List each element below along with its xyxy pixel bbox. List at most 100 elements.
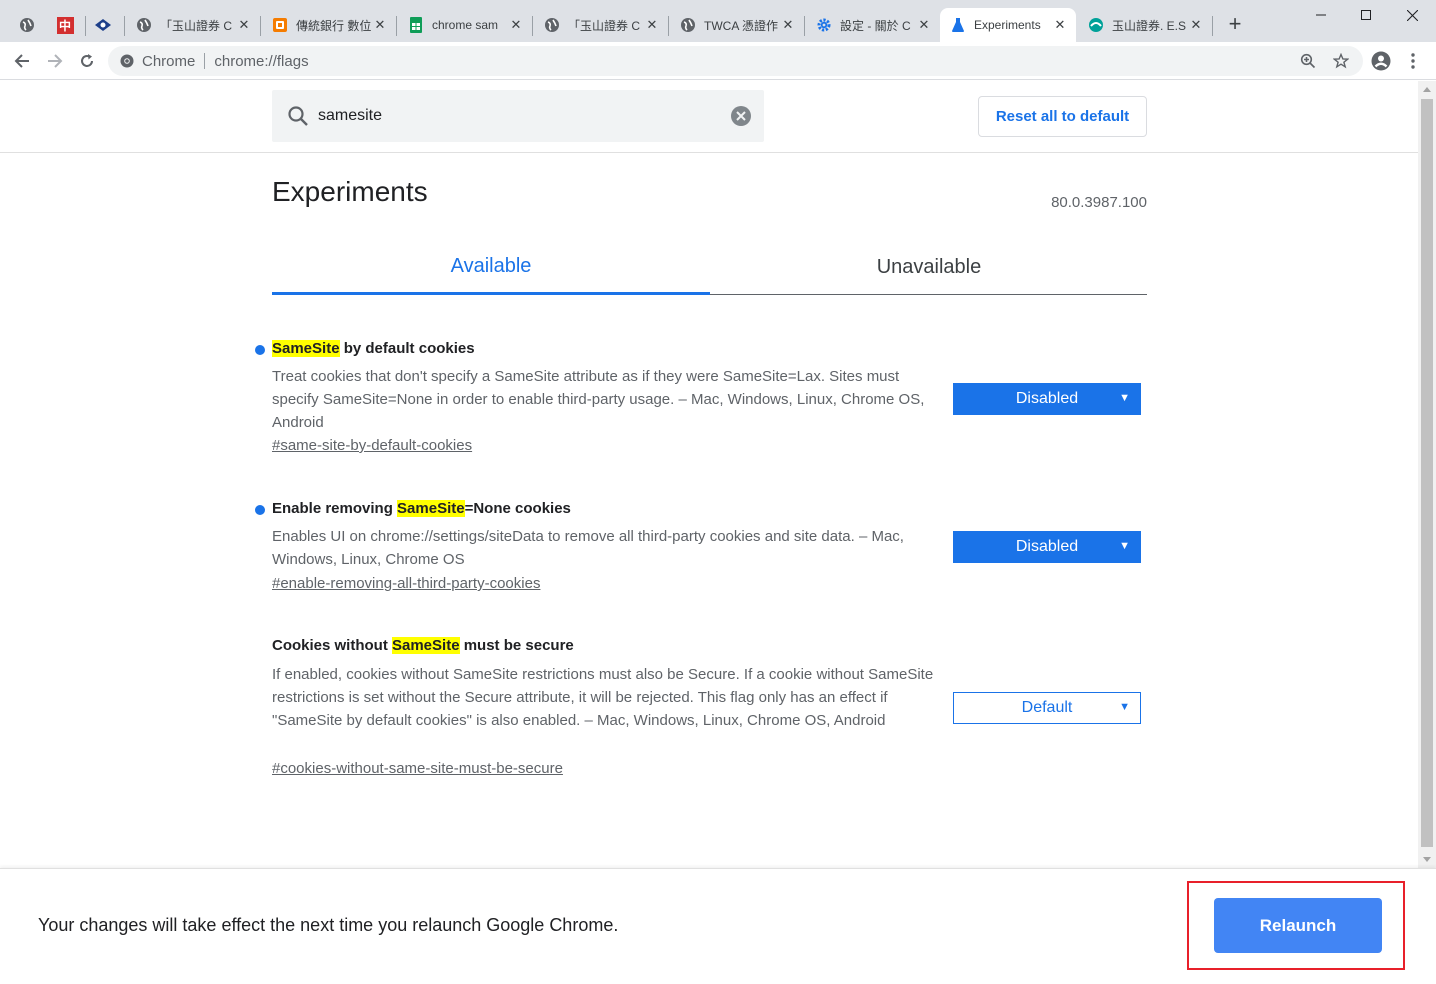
scroll-thumb[interactable]: [1421, 99, 1433, 847]
forward-button[interactable]: [41, 48, 69, 74]
scroll-down-icon[interactable]: [1423, 857, 1431, 862]
pinned-tab-2[interactable]: 中: [48, 8, 82, 42]
flag-description: Treat cookies that don't specify a SameS…: [272, 368, 925, 431]
tab-title: TWCA 憑證作: [704, 18, 778, 33]
gear-icon: [816, 17, 832, 33]
close-icon[interactable]: ✕: [508, 17, 524, 33]
flag-permalink[interactable]: #cookies-without-same-site-must-be-secur…: [272, 760, 563, 777]
flag-name-text: Enable removing: [272, 500, 398, 517]
search-input[interactable]: samesite: [272, 90, 764, 142]
eye-icon: [95, 19, 111, 31]
tab-separator: [260, 16, 261, 36]
reset-all-button[interactable]: Reset all to default: [978, 96, 1147, 137]
version-label: 80.0.3987.100: [1051, 194, 1147, 211]
flag-permalink[interactable]: #enable-removing-all-third-party-cookies: [272, 575, 540, 592]
scrollbar[interactable]: [1418, 81, 1436, 868]
tab-title: 「玉山證券 C: [160, 18, 233, 33]
tab-8[interactable]: 玉山證券. E.S ✕: [1078, 8, 1212, 42]
tab-4[interactable]: 「玉山證券 C ✕: [534, 8, 668, 42]
flag-name: SameSite by default cookies: [272, 337, 475, 361]
dropdown-caret-icon: ▼: [1119, 540, 1130, 552]
flag-description: If enabled, cookies without SameSite res…: [272, 666, 934, 729]
tab-2[interactable]: 傳統銀行 數位 ✕: [262, 8, 396, 42]
minimize-button[interactable]: [1298, 0, 1344, 30]
pinned-tab-3[interactable]: [86, 8, 120, 42]
globe-icon: [136, 17, 152, 33]
tab-title: chrome sam: [432, 18, 499, 32]
browser-toolbar: Chrome chrome://flags: [0, 42, 1436, 80]
flag-select[interactable]: Default ▼: [953, 692, 1141, 724]
flag-select[interactable]: Disabled ▼: [953, 531, 1141, 563]
flag-select-value: Disabled: [1015, 538, 1079, 555]
close-icon[interactable]: ✕: [644, 17, 660, 33]
star-icon[interactable]: [1329, 46, 1353, 76]
globe-icon: [20, 18, 34, 32]
flag-name-text: must be secure: [459, 637, 574, 654]
new-tab-button[interactable]: +: [1222, 12, 1248, 38]
search-highlight: SameSite: [272, 340, 340, 357]
flag-name: Cookies without SameSite must be secure: [272, 634, 574, 658]
dropdown-caret-icon: ▼: [1119, 392, 1130, 404]
tab-1[interactable]: 「玉山證券 C ✕: [126, 8, 260, 42]
flag-name: Enable removing SameSite=None cookies: [272, 497, 571, 521]
clear-search-icon[interactable]: [730, 105, 752, 127]
chrome-icon: [120, 54, 134, 68]
tab-separator: [1212, 16, 1213, 36]
back-button[interactable]: [8, 48, 36, 74]
kebab-menu-icon: [1411, 53, 1415, 69]
close-icon[interactable]: ✕: [916, 17, 932, 33]
flag-select[interactable]: Disabled ▼: [953, 383, 1141, 415]
close-icon[interactable]: ✕: [1188, 17, 1204, 33]
omnibox-divider: [204, 53, 206, 69]
flags-header: samesite Reset all to default: [0, 81, 1418, 153]
flag-name-text: =None cookies: [464, 500, 571, 517]
reload-button[interactable]: [73, 48, 101, 74]
pinned-tab-1[interactable]: [10, 8, 44, 42]
menu-button[interactable]: [1399, 48, 1427, 74]
tab-7-active[interactable]: Experiments ✕: [940, 8, 1076, 42]
tab-3[interactable]: chrome sam ✕: [398, 8, 532, 42]
tab-title: 玉山證券. E.S: [1112, 18, 1187, 33]
tab-5[interactable]: TWCA 憑證作 ✕: [670, 8, 804, 42]
flag-experiment: SameSite by default cookies Treat cookie…: [255, 337, 1155, 467]
highlight-annotation-box: [1187, 881, 1405, 970]
flag-permalink[interactable]: #same-site-by-default-cookies: [272, 437, 472, 454]
tab-separator: [396, 16, 397, 36]
minimize-icon: [1316, 14, 1326, 16]
arrow-right-icon: [48, 54, 63, 68]
tab-strip: 中 「玉山證券 C ✕ 傳統銀行 數位 ✕ chrome sam ✕ 「玉山證券…: [0, 0, 1436, 42]
reload-icon: [81, 54, 93, 67]
tab-separator: [668, 16, 669, 36]
tab-title: Experiments: [974, 18, 1041, 32]
flag-description: Enables UI on chrome://settings/siteData…: [272, 528, 904, 568]
tab-title: 傳統銀行 數位: [296, 18, 372, 33]
tab-separator: [532, 16, 533, 36]
modified-indicator: [255, 345, 265, 355]
close-icon[interactable]: ✕: [1052, 17, 1068, 33]
modified-indicator: [255, 505, 265, 515]
window-close-button[interactable]: [1389, 0, 1435, 30]
close-icon[interactable]: ✕: [372, 17, 388, 33]
address-bar[interactable]: Chrome chrome://flags: [108, 46, 1363, 76]
tab-bar: Available Unavailable: [272, 240, 1147, 295]
tab-unavailable[interactable]: Unavailable: [710, 240, 1148, 295]
red-chinese-icon: 中: [56, 16, 74, 34]
tab-title: 設定 - 關於 C: [840, 18, 911, 33]
close-icon[interactable]: ✕: [236, 17, 252, 33]
url-text[interactable]: chrome://flags: [214, 53, 308, 70]
tab-separator: [804, 16, 805, 36]
profile-button[interactable]: [1367, 48, 1395, 74]
search-value[interactable]: samesite: [318, 107, 382, 125]
orange-app-icon: [272, 17, 288, 33]
close-icon[interactable]: ✕: [780, 17, 796, 33]
scroll-up-icon[interactable]: [1423, 87, 1431, 92]
maximize-button[interactable]: [1343, 0, 1389, 30]
flag-select-value: Default: [1021, 699, 1073, 716]
dropdown-caret-icon: ▼: [1119, 701, 1130, 713]
tab-available[interactable]: Available: [272, 240, 710, 295]
tab-6[interactable]: 設定 - 關於 C ✕: [806, 8, 940, 42]
zoom-icon[interactable]: [1296, 46, 1320, 76]
flask-icon: [950, 17, 966, 33]
tab-title: 「玉山證券 C: [568, 18, 641, 33]
page-title: Experiments: [272, 176, 428, 207]
